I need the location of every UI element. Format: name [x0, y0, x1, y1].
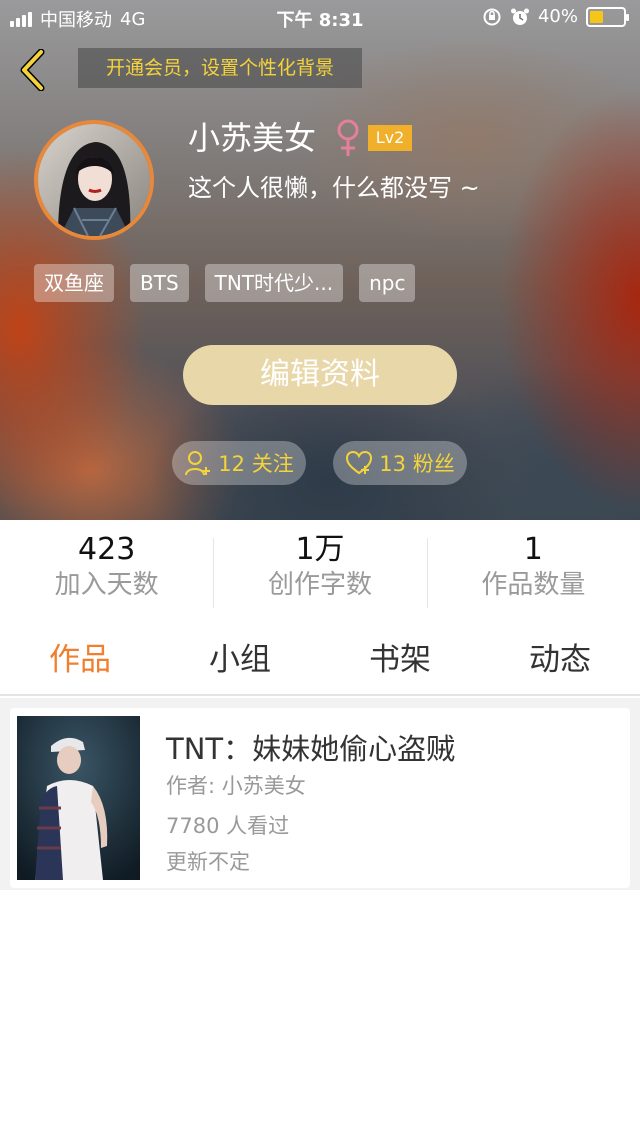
tag-item[interactable]: npc — [359, 264, 416, 302]
battery-percent: 40% — [537, 6, 578, 27]
female-gender-icon — [337, 119, 359, 156]
tag-list: 双鱼座 BTS TNT时代少... npc — [34, 264, 416, 302]
profile-header: 中国移动 4G 下午 8:31 40% 开通会员，设置个性化背景 小苏美女 Lv… — [0, 0, 640, 520]
status-bar: 中国移动 4G 下午 8:31 40% — [0, 0, 640, 36]
tag-item[interactable]: TNT时代少... — [204, 264, 344, 302]
work-cover-image[interactable] — [17, 716, 140, 880]
stat-value: 1万 — [295, 532, 345, 567]
fans-button[interactable]: 13 粉丝 — [333, 441, 467, 485]
work-author: 作者: 小苏美女 — [166, 774, 306, 798]
status-bar-right: 40% — [482, 6, 629, 27]
orientation-lock-icon — [483, 8, 501, 25]
vip-background-banner[interactable]: 开通会员，设置个性化背景 — [78, 48, 362, 88]
fans-label: 13 粉丝 — [379, 452, 455, 476]
tab-groups[interactable]: 小组 — [160, 630, 320, 694]
profile-tabs: 作品 小组 书架 动态 — [0, 630, 640, 696]
tab-bookshelf[interactable]: 书架 — [320, 630, 480, 694]
alarm-icon — [510, 8, 529, 25]
battery-fill — [590, 10, 603, 23]
tab-works[interactable]: 作品 — [0, 630, 160, 694]
battery-icon — [586, 6, 629, 27]
stat-works-count: 1 作品数量 — [426, 530, 640, 616]
works-list: TNT：妹妹她偷心盗贼 作者: 小苏美女 7780 人看过 更新不定 — [0, 698, 640, 890]
tab-activity[interactable]: 动态 — [480, 630, 640, 694]
add-user-icon — [185, 451, 211, 476]
heart-icon — [346, 450, 373, 475]
stat-label: 加入天数 — [54, 570, 159, 600]
stats-bar: 423 加入天数 1万 创作字数 1 作品数量 — [0, 530, 640, 616]
cover-image — [17, 716, 140, 880]
work-views: 7780 人看过 — [166, 814, 290, 838]
stat-label: 作品数量 — [481, 570, 586, 600]
chevron-left-icon — [20, 49, 45, 91]
tag-item[interactable]: BTS — [130, 264, 189, 302]
stat-value: 423 — [78, 532, 136, 567]
edit-profile-button[interactable]: 编辑资料 — [183, 345, 457, 405]
level-badge: Lv2 — [368, 125, 412, 151]
stat-join-days: 423 加入天数 — [0, 530, 213, 616]
back-button[interactable] — [14, 48, 50, 92]
stat-word-count: 1万 创作字数 — [213, 530, 426, 616]
work-card[interactable]: TNT：妹妹她偷心盗贼 作者: 小苏美女 7780 人看过 更新不定 — [10, 708, 630, 888]
bio-text: 这个人很懒，什么都没写 ~ — [188, 174, 480, 202]
following-button[interactable]: 12 关注 — [172, 441, 306, 485]
work-update-status: 更新不定 — [166, 850, 250, 874]
work-title[interactable]: TNT：妹妹她偷心盗贼 — [166, 730, 455, 768]
stat-value: 1 — [523, 532, 543, 567]
avatar-image — [38, 124, 150, 236]
username: 小苏美女 — [188, 119, 317, 157]
following-label: 12 关注 — [218, 452, 294, 476]
tag-item[interactable]: 双鱼座 — [34, 264, 114, 302]
avatar[interactable] — [34, 120, 154, 240]
stat-label: 创作字数 — [267, 570, 372, 600]
